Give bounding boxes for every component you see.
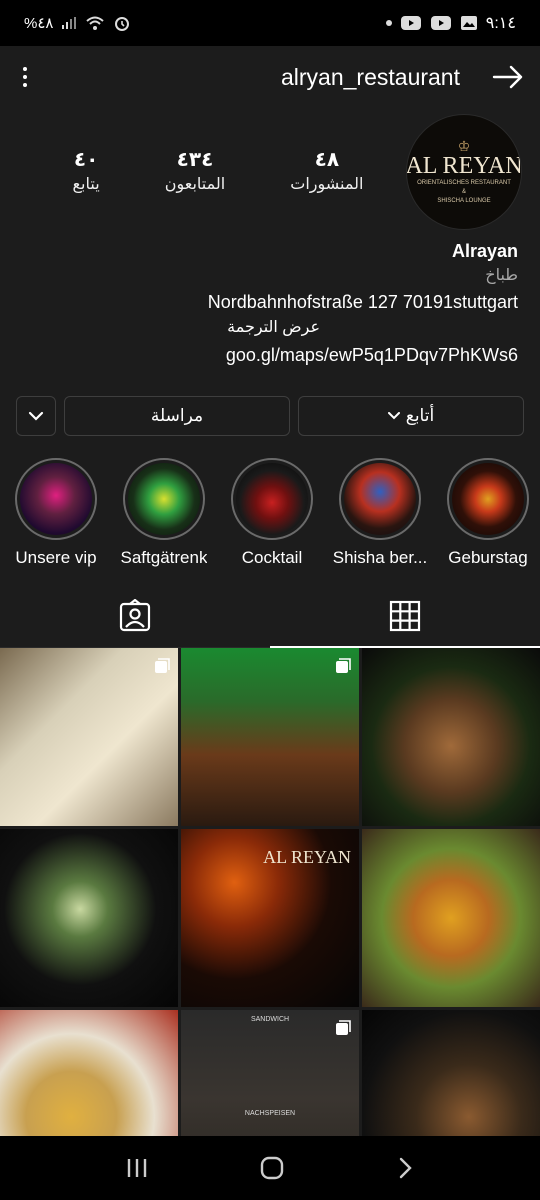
youtube-icon <box>400 16 421 30</box>
highlight-label: Geburstag <box>448 548 528 567</box>
message-button-label: مراسلة <box>150 406 204 426</box>
stat-following[interactable]: ٤٠ يتابع <box>73 147 100 197</box>
highlight-cover <box>20 463 92 535</box>
alarm-icon <box>115 17 130 31</box>
grid-icon <box>389 600 421 631</box>
post-hummus[interactable] <box>0 648 178 826</box>
post-dark-food[interactable] <box>362 1010 540 1136</box>
tab-grid[interactable] <box>270 584 540 648</box>
avatar-logo-subtitle: ORIENTALISCHES RESTAURANT <box>417 179 511 186</box>
highlight-cover <box>128 463 200 535</box>
post-logo-grill[interactable]: AL REYAN <box>181 829 359 1007</box>
status-bar-left: %٤٨ <box>24 14 131 32</box>
highlight-cover <box>452 463 524 535</box>
posts-label: المنشورات <box>290 176 364 193</box>
carousel-icon <box>155 658 170 673</box>
carousel-icon <box>336 1020 351 1035</box>
tab-tagged[interactable] <box>0 584 270 647</box>
highlight-shisha[interactable]: Shisha ber... <box>330 458 430 574</box>
post-rice-dish[interactable] <box>362 829 540 1007</box>
avatar-logo-amp: & <box>461 188 466 195</box>
highlight-label: Shisha ber... <box>332 548 428 567</box>
tagged-icon <box>119 598 151 631</box>
carousel-icon <box>336 658 351 673</box>
profile-stats: ٤٠ يتابع ٤٣٤ المتابعون ٤٨ المنشورات <box>40 147 396 197</box>
followers-count: ٤٣٤ <box>176 149 214 171</box>
highlight-geburstag[interactable]: Geburstag <box>438 458 538 574</box>
following-label: يتابع <box>72 176 100 193</box>
profile-address: Nordbahnhofstraße 127 70191stuttgart <box>207 292 518 312</box>
post-rice-plate[interactable] <box>0 1010 178 1136</box>
post-cocktail[interactable] <box>0 829 178 1007</box>
profile-website-link[interactable]: goo.gl/maps/ewP5q1PDqv7PhKWs6 <box>22 340 518 370</box>
posts-count: ٤٨ <box>314 149 340 171</box>
story-highlights: Unsere vip Saftgätrenk Cocktail Shisha b… <box>0 458 540 574</box>
clock: ٩:١٤ <box>485 15 516 32</box>
profile-screen: alryan_restaurant ٤٠ يتابع ٤٣٤ المتابعون… <box>0 46 540 1136</box>
avatar-logo-lounge: SHISCHA LOUNGE <box>437 197 491 204</box>
recent-apps-icon[interactable] <box>125 1157 149 1179</box>
highlight-cover <box>236 463 308 535</box>
post-kebab-plate[interactable] <box>362 648 540 826</box>
following-button[interactable]: أتابع <box>298 396 524 436</box>
menu-heading: SANDWICH <box>250 1016 290 1023</box>
see-translation-link[interactable]: عرض الترجمة <box>22 316 518 340</box>
stat-posts[interactable]: ٤٨ المنشورات <box>290 147 363 197</box>
highlight-label: Cocktail <box>241 548 303 567</box>
profile-avatar[interactable]: ♔ AL REYAN ORIENTALISCHES RESTAURANT & S… <box>406 114 522 230</box>
status-bar-right: ٩:١٤ <box>385 13 516 33</box>
top-bar: alryan_restaurant <box>0 46 540 108</box>
back-arrow-icon[interactable] <box>490 59 526 95</box>
avatar-logo-title: AL REYAN <box>406 152 522 179</box>
following-count: ٤٠ <box>73 149 99 171</box>
crown-icon: ♔ <box>457 137 471 154</box>
highlight-unsere-vip[interactable]: Unsere vip <box>6 458 106 574</box>
image-icon <box>460 16 477 30</box>
highlight-label: Saftgätrenk <box>120 548 208 567</box>
message-button[interactable]: مراسلة <box>64 396 290 436</box>
following-button-label: أتابع <box>405 406 435 426</box>
profile-category: طباخ <box>485 267 518 284</box>
suggested-accounts-button[interactable] <box>16 396 56 436</box>
more-options-icon[interactable] <box>14 62 36 92</box>
highlight-saftgatrenk[interactable]: Saftgätrenk <box>114 458 214 574</box>
profile-bio: Alrayan طباخ Nordbahnhofstraße 127 70191… <box>0 236 540 370</box>
highlight-label: Unsere vip <box>15 548 97 567</box>
notification-dot-icon <box>385 20 392 26</box>
profile-header: ٤٠ يتابع ٤٣٤ المتابعون ٤٨ المنشورات ♔ AL… <box>0 108 540 236</box>
menu-footer: NACHSPEISEN <box>244 1110 296 1117</box>
posts-grid: AL REYAN SANDWICH NACHSPEISEN <box>0 648 540 1136</box>
post-interior[interactable] <box>181 648 359 826</box>
grill-logo-text: AL REYAN <box>263 847 351 867</box>
youtube-icon-2 <box>430 16 451 30</box>
stat-followers[interactable]: ٤٣٤ المتابعون <box>165 147 225 197</box>
chevron-down-icon <box>28 411 44 421</box>
post-menu[interactable]: SANDWICH NACHSPEISEN <box>181 1010 359 1136</box>
back-icon[interactable] <box>395 1156 415 1180</box>
battery-percent: %٤٨ <box>24 15 54 32</box>
highlight-cocktail[interactable]: Cocktail <box>222 458 322 574</box>
followers-label: المتابعون <box>164 176 226 193</box>
status-bar: %٤٨ ٩:١٤ <box>0 0 540 46</box>
chevron-down-icon <box>387 412 400 420</box>
profile-username: alryan_restaurant <box>281 63 460 90</box>
home-icon[interactable] <box>259 1155 285 1181</box>
profile-tabs <box>0 584 540 648</box>
profile-actions: مراسلة أتابع <box>0 396 540 436</box>
wifi-icon <box>86 16 105 30</box>
highlight-cover <box>344 463 416 535</box>
system-navigation-bar <box>0 1136 540 1200</box>
profile-display-name: Alrayan <box>451 241 518 261</box>
signal-icon <box>62 17 77 29</box>
